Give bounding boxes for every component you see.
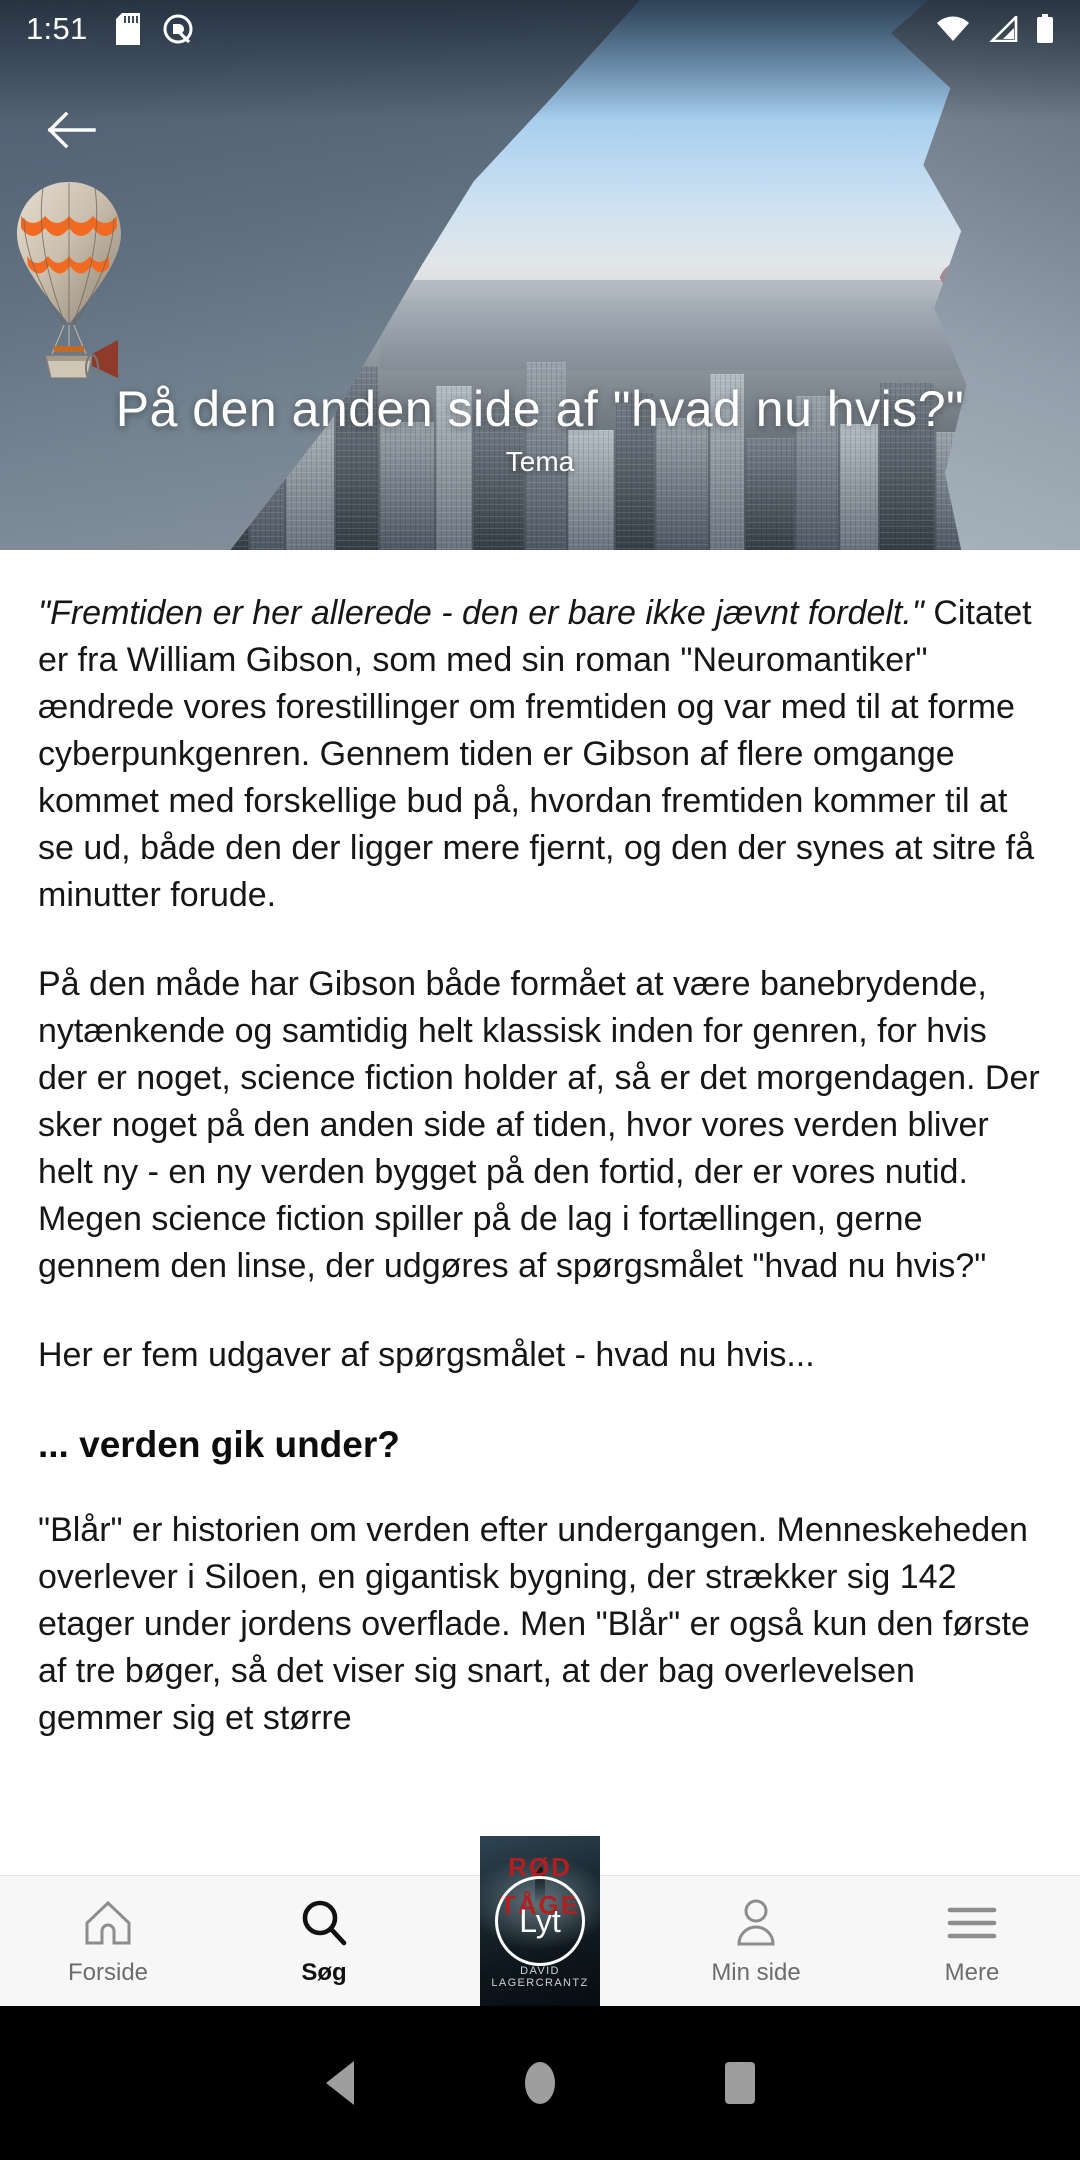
listen-button[interactable]: Lyt bbox=[495, 1876, 585, 1966]
android-home-button[interactable] bbox=[440, 2062, 640, 2104]
wifi-icon bbox=[937, 16, 969, 41]
hamburger-icon bbox=[946, 1897, 998, 1949]
status-time: 1:51 bbox=[26, 11, 88, 46]
article-paragraph-text: Citatet er fra William Gibson, som med s… bbox=[38, 594, 1035, 914]
search-icon bbox=[299, 1897, 349, 1949]
battery-icon bbox=[1037, 14, 1053, 43]
status-right-icons bbox=[936, 14, 1054, 44]
back-arrow-icon bbox=[47, 111, 96, 149]
android-home-icon bbox=[525, 2062, 555, 2104]
sd-card-icon bbox=[115, 13, 140, 45]
home-icon bbox=[83, 1897, 133, 1949]
cell-signal-icon bbox=[989, 16, 1018, 42]
sidebar-item-label: Forside bbox=[67, 1958, 149, 1986]
android-navigation-bar bbox=[0, 2006, 1080, 2160]
sidebar-item-min-side[interactable]: Min side bbox=[648, 1876, 864, 2007]
sidebar-item-label: Mere bbox=[944, 1958, 1000, 1986]
article-paragraph: "Fremtiden er her allerede - den er bare… bbox=[38, 590, 1042, 919]
sidebar-item-sog[interactable]: Søg bbox=[216, 1876, 432, 2007]
do-not-disturb-icon bbox=[163, 14, 193, 44]
back-button[interactable] bbox=[22, 82, 118, 178]
foreground-balloon-icon bbox=[17, 182, 121, 378]
article-body: "Fremtiden er her allerede - den er bare… bbox=[0, 550, 1080, 1921]
article-paragraph: På den måde har Gibson både formået at v… bbox=[38, 965, 1040, 1285]
sidebar-item-forside[interactable]: Forside bbox=[0, 1876, 216, 2007]
android-back-icon bbox=[326, 2061, 354, 2105]
person-icon bbox=[733, 1897, 779, 1949]
sidebar-item-label: Søg bbox=[301, 1958, 347, 1986]
page-title: På den anden side af "hvad nu hvis?" bbox=[115, 381, 965, 437]
cover-author: DAVID LAGERCRANTZ bbox=[491, 1965, 589, 1989]
article-paragraph: Her er fem udgaver af spørgsmålet - hvad… bbox=[38, 1336, 815, 1374]
mini-player[interactable]: RØD TÅGE DAVID LAGERCRANTZ Lyt bbox=[480, 1836, 600, 2006]
sidebar-item-label: Min side bbox=[711, 1958, 801, 1986]
android-back-button[interactable] bbox=[240, 2061, 440, 2105]
android-recents-button[interactable] bbox=[640, 2062, 840, 2104]
article-quote: "Fremtiden er her allerede - den er bare… bbox=[38, 594, 924, 632]
article-paragraph: "Blår" er historien om verden efter unde… bbox=[38, 1511, 1030, 1737]
page-subtitle: Tema bbox=[505, 446, 575, 477]
hero-banner: På den anden side af "hvad nu hvis?" Tem… bbox=[0, 0, 1080, 550]
article-heading: ... verden gik under? bbox=[38, 1424, 400, 1465]
sidebar-item-mere[interactable]: Mere bbox=[864, 1876, 1080, 2007]
app-root: På den anden side af "hvad nu hvis?" Tem… bbox=[0, 0, 1080, 2160]
status-left-icons bbox=[115, 13, 194, 45]
status-bar: 1:51 bbox=[0, 0, 1080, 58]
android-recents-icon bbox=[725, 2062, 755, 2104]
